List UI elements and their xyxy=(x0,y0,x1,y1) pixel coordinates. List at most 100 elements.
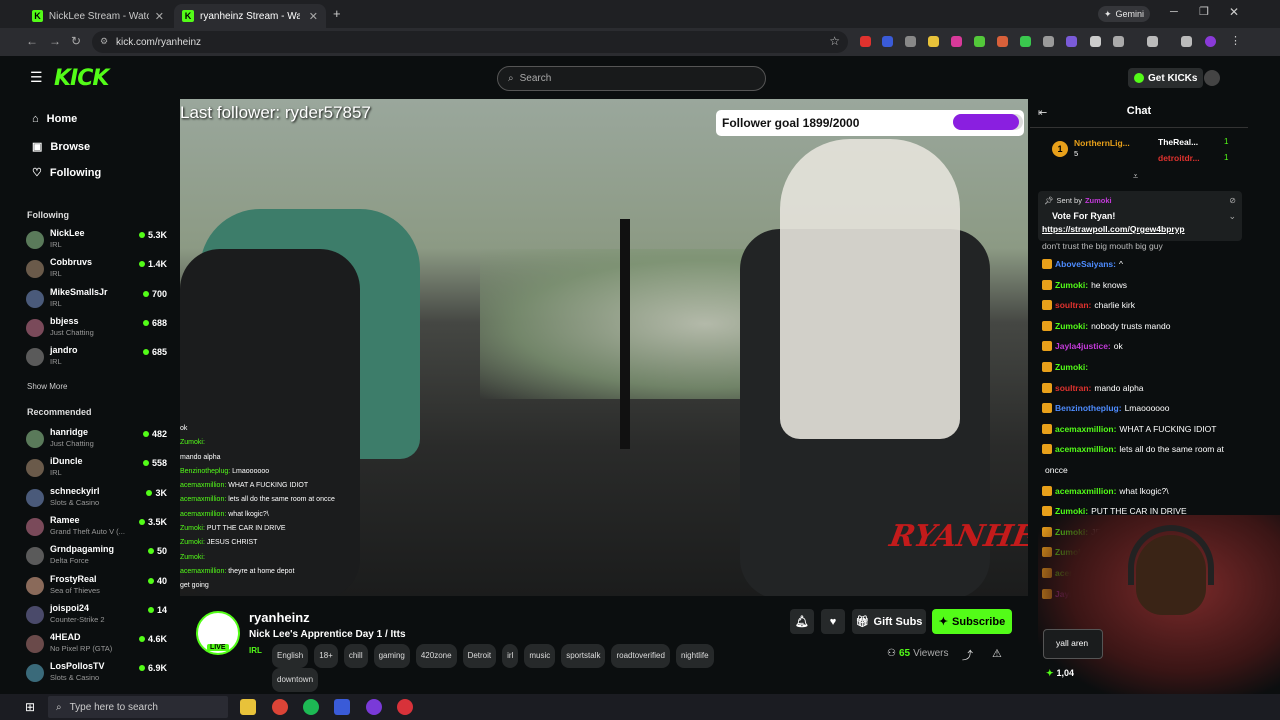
extension-icon[interactable] xyxy=(974,36,985,47)
expand-gifters-icon[interactable]: ⩡ xyxy=(1133,171,1138,182)
windows-start-icon[interactable]: ⊞ xyxy=(25,700,35,714)
chrome-icon[interactable] xyxy=(272,699,288,715)
chat-username[interactable]: Zumoki: xyxy=(1055,362,1088,372)
chat-input[interactable]: yall aren xyxy=(1043,629,1103,659)
pinned-sender-name[interactable]: Zumoki xyxy=(1085,196,1112,205)
get-kicks-button[interactable]: Get KICKs xyxy=(1128,68,1204,88)
chat-username[interactable]: AboveSaiyans: xyxy=(1055,259,1116,269)
video-player[interactable]: Last follower: ryder57857 Follower goal … xyxy=(180,99,1028,596)
stream-tag[interactable]: sportstalk xyxy=(561,644,606,668)
forward-icon[interactable]: → xyxy=(49,34,61,48)
extension-icon[interactable] xyxy=(951,36,962,47)
nav-home[interactable]: ⌂ Home xyxy=(32,113,77,125)
sidebar-channel[interactable]: bbjess Just Chatting 688 xyxy=(26,316,171,344)
sidebar-channel[interactable]: hanridge Just Chatting 482 xyxy=(26,427,171,455)
chat-username[interactable]: acemaxmillion: xyxy=(1055,424,1116,434)
subscribe-button[interactable]: ✦ Subscribe xyxy=(932,609,1012,634)
chat-username[interactable]: soultran: xyxy=(1055,300,1091,310)
gift-subs-button[interactable]: 🎁︎ Gift Subs xyxy=(852,609,926,634)
stream-category[interactable]: IRL xyxy=(249,646,262,655)
channel-name[interactable]: ryanheinz xyxy=(249,610,310,625)
extension-icon[interactable] xyxy=(1043,36,1054,47)
stream-tag[interactable]: gaming xyxy=(373,644,410,668)
hamburger-menu-icon[interactable]: ☰ xyxy=(30,69,43,86)
top-gifter-name[interactable]: TheReal... xyxy=(1158,137,1198,147)
side-panel-icon[interactable] xyxy=(1147,36,1158,47)
stream-tag[interactable]: irl xyxy=(502,644,519,668)
report-warning-icon[interactable]: ⚠ xyxy=(992,647,1002,660)
chat-username[interactable]: Jayla4justice: xyxy=(1055,341,1111,351)
bookmark-star-icon[interactable]: ☆ xyxy=(829,34,840,48)
reload-icon[interactable]: ↻ xyxy=(71,34,81,48)
stream-tag[interactable]: 18+ xyxy=(314,644,338,668)
discord-icon[interactable] xyxy=(366,699,382,715)
stream-tag[interactable]: 420zone xyxy=(415,644,457,668)
sidebar-channel[interactable]: FrostyReal Sea of Thieves 40 xyxy=(26,574,171,602)
kick-logo[interactable]: KICK xyxy=(54,66,109,91)
extension-icon[interactable] xyxy=(860,36,871,47)
stream-tag[interactable]: music xyxy=(524,644,556,668)
file-explorer-icon[interactable] xyxy=(240,699,256,715)
sidebar-channel[interactable]: NickLee IRL 5.3K xyxy=(26,228,171,256)
sidebar-channel[interactable]: iDuncle IRL 558 xyxy=(26,456,171,484)
stream-tag[interactable]: Detroit xyxy=(462,644,497,668)
sidebar-channel[interactable]: Cobbruvs IRL 1.4K xyxy=(26,257,171,285)
site-info-icon[interactable]: ⚙ xyxy=(100,36,108,47)
extension-icon[interactable] xyxy=(882,36,893,47)
browser-menu-icon[interactable]: ⋮ xyxy=(1230,34,1241,47)
stream-tag[interactable]: English xyxy=(272,644,309,668)
show-more-link[interactable]: Show More xyxy=(27,382,67,391)
sidebar-channel[interactable]: MikeSmallsJr IRL 700 xyxy=(26,287,171,315)
share-icon[interactable]: ⤴ xyxy=(962,647,973,663)
user-avatar[interactable] xyxy=(1204,70,1220,86)
sidebar-channel[interactable]: Grndpagaming Delta Force 50 xyxy=(26,544,171,572)
top-gifter-name[interactable]: detroitdr... xyxy=(1158,153,1200,163)
extension-icon[interactable] xyxy=(1066,36,1077,47)
extension-icon[interactable] xyxy=(928,36,939,47)
minimize-icon[interactable]: ─ xyxy=(1170,6,1178,18)
top-gifter-name[interactable]: NorthernLig... xyxy=(1074,138,1130,148)
profile-avatar[interactable] xyxy=(1205,36,1216,47)
sidebar-channel[interactable]: joispoi24 Counter-Strike 2 14 xyxy=(26,603,171,631)
pinned-link[interactable]: https://strawpoll.com/Qrgew4bpryp xyxy=(1042,224,1185,234)
back-icon[interactable]: ← xyxy=(26,34,38,48)
sidebar-channel[interactable]: 4HEAD No Pixel RP (GTA) 4.6K xyxy=(26,632,171,660)
nav-browse[interactable]: ▣ Browse xyxy=(32,140,90,154)
obs-icon[interactable] xyxy=(397,699,413,715)
new-tab-icon[interactable]: + xyxy=(333,6,341,21)
tab-nicklee[interactable]: K NickLee Stream - Watch Live on Kick ✕ xyxy=(24,4,172,28)
chat-username[interactable]: acemaxmillion: xyxy=(1055,486,1116,496)
stream-tag[interactable]: roadtoverified xyxy=(611,644,670,668)
stream-tag[interactable]: chill xyxy=(343,644,368,668)
stream-tag[interactable]: downtown xyxy=(272,668,319,692)
unpin-icon[interactable]: ⊘ xyxy=(1229,196,1236,205)
close-tab-icon[interactable]: ✕ xyxy=(155,10,164,23)
follow-heart-button[interactable]: ♥ xyxy=(821,609,845,634)
maximize-icon[interactable]: ❐ xyxy=(1199,5,1209,18)
sidebar-channel[interactable]: jandro IRL 685 xyxy=(26,345,171,373)
extension-icon[interactable] xyxy=(1090,36,1101,47)
extension-icon[interactable] xyxy=(1020,36,1031,47)
spotify-icon[interactable] xyxy=(303,699,319,715)
url-input[interactable]: ⚙ kick.com/ryanheinz ☆ xyxy=(92,31,848,53)
extension-icon[interactable] xyxy=(905,36,916,47)
chat-username[interactable]: Zumoki: xyxy=(1055,321,1088,331)
stream-tag[interactable]: nightlife xyxy=(675,644,714,668)
chevron-down-icon[interactable]: ⌄ xyxy=(1228,211,1236,222)
chat-username[interactable]: soultran: xyxy=(1055,383,1091,393)
downloads-icon[interactable] xyxy=(1181,36,1192,47)
chat-username[interactable]: acemaxmillion: xyxy=(1055,444,1116,454)
nav-following[interactable]: ♡ Following xyxy=(32,166,101,180)
close-window-icon[interactable]: ✕ xyxy=(1229,5,1239,19)
tab-ryanheinz[interactable]: K ryanheinz Stream - Watch L ✕ xyxy=(174,4,326,28)
extensions-puzzle-icon[interactable] xyxy=(1113,36,1124,47)
extension-icon[interactable] xyxy=(997,36,1008,47)
search-input[interactable]: ⌕ Search xyxy=(497,66,766,91)
taskbar-search-input[interactable]: ⌕ Type here to search xyxy=(48,696,228,718)
gemini-button[interactable]: ✦ Gemini xyxy=(1098,6,1151,22)
sidebar-channel[interactable]: schneckyirl Slots & Casino 3K xyxy=(26,486,171,514)
close-tab-icon[interactable]: ✕ xyxy=(309,10,318,23)
sidebar-channel[interactable]: LosPollosTV Slots & Casino 6.9K xyxy=(26,661,171,689)
notifications-bell-button[interactable]: 🔔︎ xyxy=(790,609,814,634)
sidebar-channel[interactable]: Ramee Grand Theft Auto V (... 3.5K xyxy=(26,515,171,543)
